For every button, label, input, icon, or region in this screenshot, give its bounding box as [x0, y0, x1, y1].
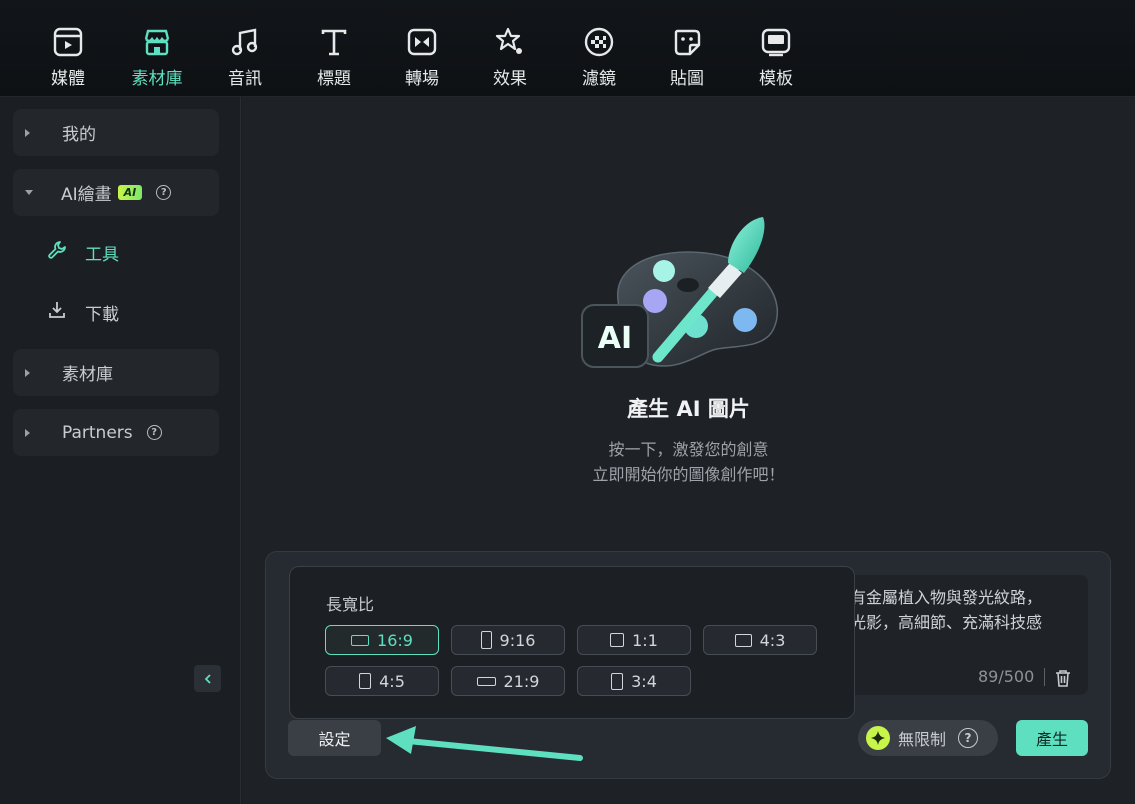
- hero-subtitle: 立即開始你的圖像創作吧！: [592, 465, 785, 484]
- sidebar-group-ai-painting[interactable]: AI繪畫 AI ?: [13, 169, 219, 216]
- collapse-sidebar-button[interactable]: [194, 665, 221, 692]
- aspect-ratio-popup: 長寬比 16:9 9:16 1:1 4:3 4:5 21:9 3:4: [289, 566, 855, 719]
- sidebar-group-label: Partners: [62, 422, 133, 443]
- tab-label: 標題: [317, 69, 351, 89]
- annotation-arrow-icon: [386, 726, 583, 761]
- sidebar-item-label: 工具: [85, 244, 119, 265]
- tab-effects[interactable]: 效果: [470, 26, 550, 89]
- aspect-ratio-title: 長寬比: [326, 595, 375, 614]
- tab-stock[interactable]: 素材庫: [117, 26, 197, 89]
- sidebar-group-stock[interactable]: 素材庫: [13, 349, 219, 396]
- portrait-icon: [611, 672, 624, 690]
- caret-right-icon: [25, 428, 30, 437]
- tab-titles[interactable]: 標題: [294, 26, 374, 89]
- divider: [1044, 668, 1045, 686]
- char-counter: 89/500: [978, 667, 1035, 686]
- tab-label: 模板: [759, 69, 793, 89]
- media-icon: [52, 26, 84, 58]
- unlimited-label: 無限制: [898, 730, 947, 749]
- sidebar-item-tools[interactable]: 工具: [47, 239, 119, 265]
- ratio-label: 4:5: [379, 671, 405, 691]
- tab-label: 轉場: [405, 69, 439, 89]
- hero-subtitle: 按一下，激發您的創意: [608, 440, 769, 459]
- sticker-icon: [671, 26, 703, 58]
- sidebar-group-mine[interactable]: 我的: [13, 109, 219, 156]
- ratio-1-1-button[interactable]: 1:1: [577, 625, 691, 655]
- tab-label: 濾鏡: [582, 69, 616, 89]
- help-icon[interactable]: ?: [958, 728, 979, 748]
- ratio-4-3-button[interactable]: 4:3: [703, 625, 817, 655]
- tab-label: 素材庫: [131, 69, 183, 89]
- tab-filters[interactable]: 濾鏡: [559, 26, 639, 89]
- trash-icon: [1056, 670, 1070, 687]
- stock-icon: [141, 26, 173, 58]
- caret-down-icon: [25, 190, 33, 195]
- generate-button[interactable]: 產生: [1016, 720, 1088, 756]
- hero-title: 產生 AI 圖片: [627, 397, 750, 421]
- filter-icon: [583, 26, 615, 58]
- square-icon: [610, 633, 625, 647]
- ratio-label: 4:3: [759, 630, 786, 650]
- wrench-icon: [47, 240, 67, 264]
- prompt-input[interactable]: 有金屬植入物與發光紋路， 光影，高細節、充滿科技感: [820, 575, 1088, 695]
- caret-right-icon: [25, 368, 30, 377]
- ultrawide-icon: [476, 676, 496, 686]
- landscape-icon: [351, 634, 370, 646]
- sidebar-group-partners[interactable]: Partners ?: [13, 409, 219, 456]
- ratio-16-9-button[interactable]: 16:9: [325, 625, 439, 655]
- ratio-label: 1:1: [632, 630, 658, 650]
- ratio-9-16-button[interactable]: 9:16: [451, 625, 565, 655]
- ai-palette-icon: AI: [581, 217, 779, 368]
- ratio-4-5-button[interactable]: 4:5: [325, 666, 439, 696]
- tab-label: 媒體: [51, 69, 85, 89]
- sidebar-group-label: AI繪畫: [61, 185, 112, 205]
- effects-icon: [494, 26, 526, 58]
- top-toolbar: 媒體 素材庫 音訊 標題 轉場 效果 濾鏡 貼圖 模板: [0, 0, 1135, 97]
- ratio-3-4-button[interactable]: 3:4: [577, 666, 691, 696]
- transition-icon: [406, 26, 438, 58]
- title-icon: [318, 26, 350, 58]
- tab-stickers[interactable]: 貼圖: [647, 26, 727, 89]
- tab-label: 效果: [493, 69, 527, 89]
- sidebar-item-downloads[interactable]: 下載: [47, 299, 119, 325]
- tab-audio[interactable]: 音訊: [205, 26, 285, 89]
- ratio-label: 3:4: [631, 671, 657, 691]
- tab-media[interactable]: 媒體: [28, 26, 108, 89]
- portrait-icon: [359, 673, 372, 689]
- tab-transitions[interactable]: 轉場: [382, 26, 462, 89]
- clear-prompt-button[interactable]: [1055, 669, 1071, 691]
- sidebar-group-label: 素材庫: [62, 365, 113, 385]
- ai-badge: AI: [117, 185, 143, 200]
- portrait-icon: [480, 631, 492, 649]
- sparkle-icon: [866, 726, 890, 750]
- settings-button[interactable]: 設定: [288, 720, 381, 756]
- download-icon: [47, 300, 67, 324]
- prompt-text: 有金屬植入物與發光紋路， 光影，高細節、充滿科技感: [850, 588, 1043, 632]
- caret-right-icon: [25, 128, 30, 137]
- sidebar-group-label: 我的: [62, 125, 96, 145]
- ratio-label: 21:9: [503, 671, 540, 691]
- sidebar-item-label: 下載: [85, 304, 119, 325]
- ratio-21-9-button[interactable]: 21:9: [451, 666, 565, 696]
- template-icon: [760, 26, 792, 58]
- help-icon[interactable]: ?: [156, 185, 172, 200]
- unlimited-quota-badge[interactable]: 無限制 ?: [858, 720, 998, 756]
- ratio-label: 9:16: [499, 630, 536, 650]
- ratio-label: 16:9: [377, 630, 413, 650]
- landscape-icon: [734, 633, 752, 647]
- chevron-left-icon: [204, 673, 211, 684]
- help-icon[interactable]: ?: [146, 425, 162, 440]
- tab-templates[interactable]: 模板: [736, 26, 816, 89]
- tab-label: 音訊: [228, 69, 262, 89]
- tab-label: 貼圖: [670, 69, 704, 89]
- audio-icon: [229, 26, 261, 58]
- ai-label-text: AI: [598, 321, 632, 356]
